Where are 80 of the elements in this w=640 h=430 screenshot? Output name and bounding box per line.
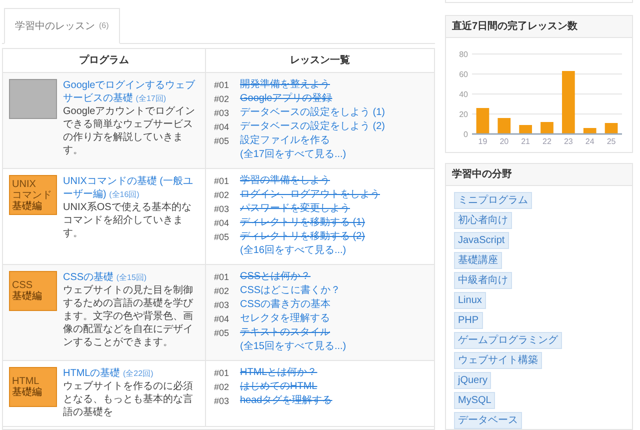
lesson-link[interactable]: ログイン、ログアウトをしよう [240, 188, 380, 202]
axis-label: 22 [542, 137, 552, 146]
panel-title: 直近7日間の完了レッスン数 [446, 16, 632, 38]
column-header: レッスン一覧 [289, 54, 351, 68]
tag-link[interactable]: ゲームプログラミング [454, 332, 562, 349]
lesson-number: #01 [214, 367, 230, 380]
lesson-link[interactable]: headタグを理解する [240, 394, 332, 408]
thumbnail-image [9, 79, 57, 119]
lesson-link[interactable]: データベースの設定をしよう (2) [240, 120, 385, 134]
thumbnail: UNIX コマンド 基礎編 [9, 175, 57, 215]
axis-label: 21 [521, 137, 530, 146]
lesson-link[interactable]: 開発準備を整えよう [240, 78, 330, 92]
tag-link[interactable]: ミニプログラム [454, 192, 532, 209]
lesson-link[interactable]: 学習の準備をしよう [240, 174, 330, 188]
program-description: Googleアカウントでログインできる簡単なウェブサービスの作り方を解説していきます。 [63, 105, 196, 157]
axis-label: 20 [459, 110, 468, 119]
lesson-number: #02 [214, 381, 230, 394]
column-header: プログラム [3, 49, 206, 72]
axis-label: 0 [464, 130, 468, 139]
tag-link[interactable]: JavaScript [454, 232, 509, 249]
program-description: UNIX系OSで使える基本的なコマンドを紹介していきます。 [63, 201, 192, 240]
axis-label: 20 [500, 137, 509, 146]
program-description: ウェブサイトを作るのに必須となる、もっとも基本的な言語の基礎を [63, 380, 194, 419]
lesson-number: #01 [214, 271, 230, 284]
tag-link[interactable]: データベース [454, 412, 522, 429]
lesson-number: #02 [214, 93, 230, 106]
tag-link[interactable]: PHP [454, 312, 483, 329]
tag-link[interactable]: 初心者向け [454, 212, 512, 229]
lesson-number: #03 [214, 299, 230, 312]
program-description: ウェブサイトの見た目を制御するための言語の基礎を学びます。文字の色や背景色、画像の配置などを自在にデザインすることができます。 [63, 284, 194, 349]
axis-label: 23 [564, 137, 573, 146]
lesson-link[interactable]: はじめてのHTML [240, 380, 318, 394]
lesson-number: #04 [214, 217, 230, 230]
lesson-number: #02 [214, 285, 230, 298]
lesson-number: #01 [214, 79, 230, 92]
lesson-link[interactable]: ディレクトリを移動する (1) [240, 216, 365, 230]
lessons-tab[interactable]: 学習中のレッスン (6) [4, 8, 120, 44]
lesson-number: #04 [214, 313, 230, 326]
tag-link[interactable]: MySQL [454, 392, 496, 409]
axis-label: 19 [478, 137, 488, 146]
axis-label: 80 [459, 50, 468, 59]
tag-link[interactable]: jQuery [454, 372, 492, 389]
lesson-number: #04 [214, 121, 230, 134]
lesson-number: #01 [214, 175, 230, 188]
lesson-link[interactable]: CSSの書き方の基本 [240, 298, 331, 312]
lesson-link[interactable]: CSSはどこに書くか？ [240, 284, 341, 298]
lesson-link[interactable]: パスワードを変更しよう [240, 202, 350, 216]
view-all-link[interactable]: (全17回をすべて見る...) [240, 148, 346, 162]
lesson-link[interactable]: テキストのスタイル [240, 326, 330, 340]
lesson-number: #05 [214, 231, 230, 244]
program-link[interactable]: HTMLの基礎 (全22回) [63, 367, 201, 380]
program-link[interactable]: UNIXコマンドの基礎 (一般ユーザー編) (全16回) [63, 175, 201, 201]
lesson-number: #05 [214, 327, 230, 340]
view-all-link[interactable]: (全15回をすべて見る...) [240, 340, 346, 354]
view-all-link[interactable]: (全16回をすべて見る...) [240, 244, 346, 258]
lesson-number: #02 [214, 189, 230, 202]
axis-label: 40 [459, 90, 468, 99]
lesson-number: #03 [214, 107, 230, 120]
thumbnail: HTML 基礎編 [9, 367, 57, 407]
lesson-link[interactable]: データベースの設定をしよう (1) [240, 106, 385, 120]
tag-link[interactable]: 中級者向け [454, 272, 512, 289]
program-link[interactable]: CSSの基礎 (全15回) [63, 271, 201, 284]
lesson-link[interactable]: Googleアプリの登録 [240, 92, 332, 106]
panel-title: 学習中の分野 [446, 164, 632, 186]
lesson-number: #03 [214, 395, 230, 408]
lesson-link[interactable]: ディレクトリを移動する (2) [240, 230, 365, 244]
lesson-link[interactable]: CSSとは何か？ [240, 270, 311, 284]
tag-link[interactable]: Linux [454, 292, 486, 309]
axis-label: 24 [585, 137, 594, 146]
lesson-link[interactable]: HTMLとは何か？ [240, 366, 318, 380]
lesson-link[interactable]: 設定ファイルを作る [240, 134, 330, 148]
axis-label: 25 [606, 137, 616, 146]
axis-label: 60 [459, 70, 468, 79]
tag-link[interactable]: ウェブサイト構築 [454, 352, 542, 369]
lesson-number: #05 [214, 135, 230, 148]
lesson-link[interactable]: セレクタを理解する [240, 312, 330, 326]
thumbnail: CSS 基礎編 [9, 271, 57, 311]
lesson-number: #03 [214, 203, 230, 216]
program-link[interactable]: Googleでログインするウェブサービスの基礎 (全17回) [63, 79, 201, 105]
tag-link[interactable]: 基礎講座 [454, 252, 502, 269]
